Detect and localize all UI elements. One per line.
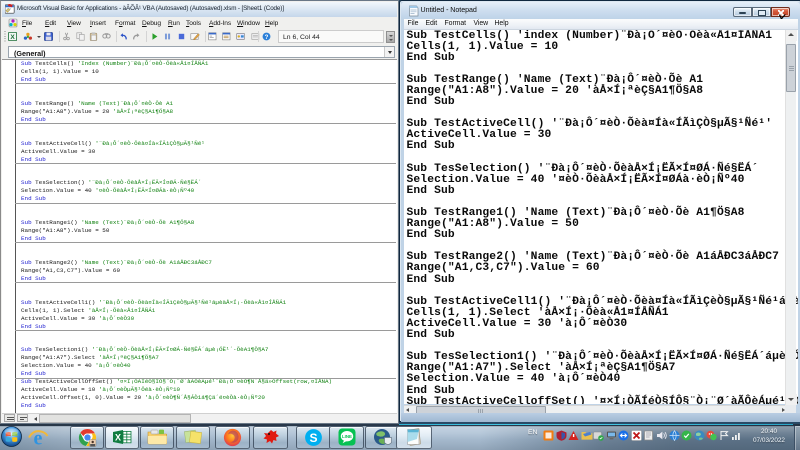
- svg-text:X: X: [115, 433, 121, 443]
- svg-text:S: S: [309, 431, 317, 445]
- svg-text:X: X: [10, 34, 15, 41]
- svg-text:LINE: LINE: [341, 434, 351, 439]
- svg-text:?: ?: [265, 34, 269, 41]
